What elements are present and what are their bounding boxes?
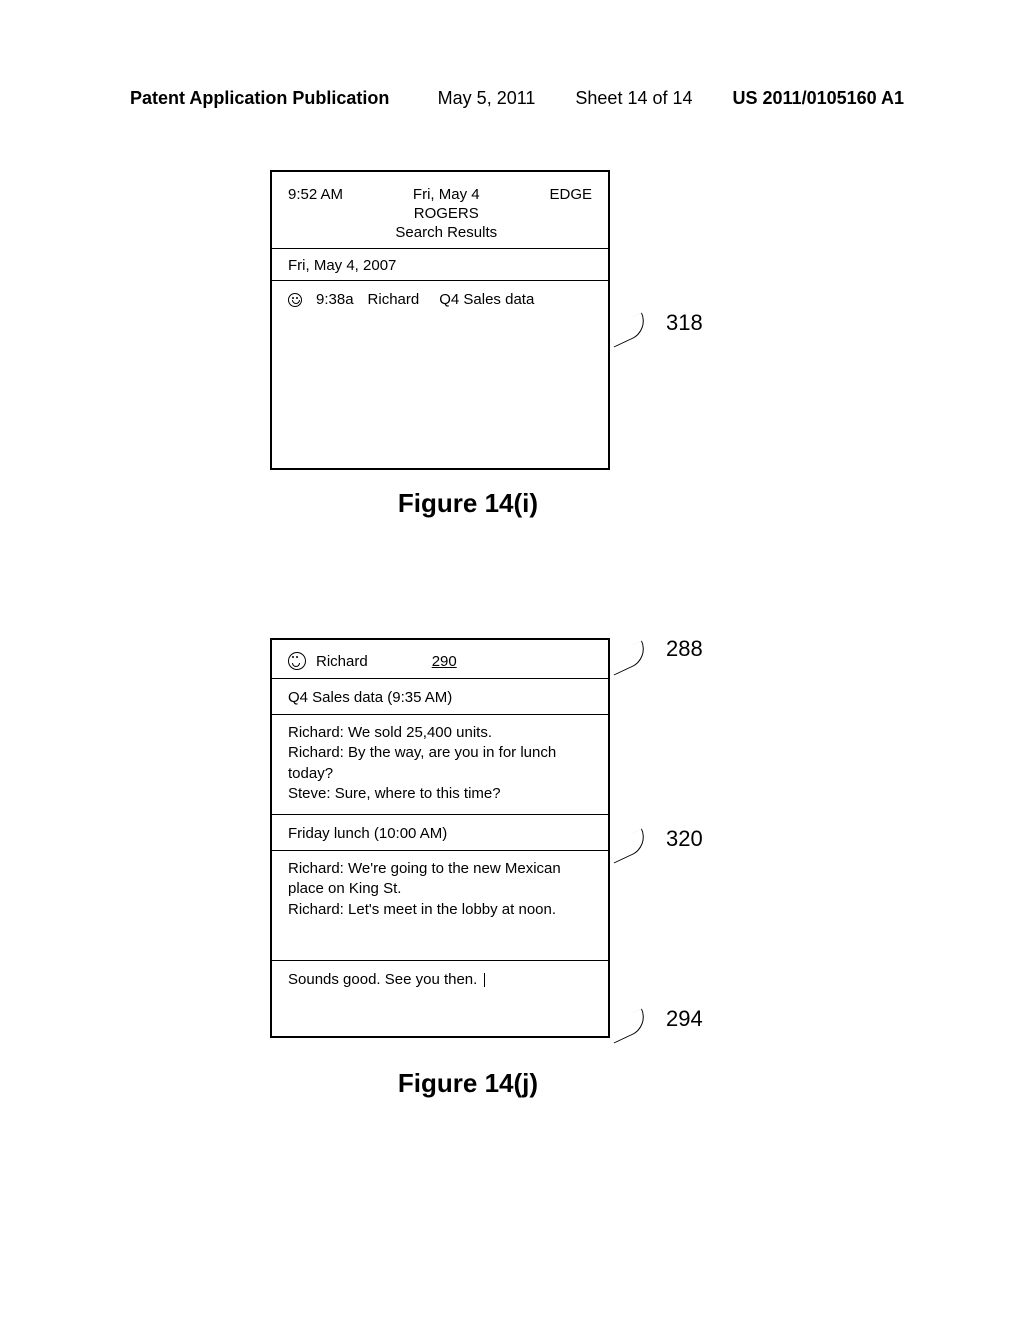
contact-icon xyxy=(288,293,302,307)
callout-288: 288 xyxy=(666,636,703,662)
result-subject: Q4 Sales data xyxy=(439,291,534,308)
callout-288-curve xyxy=(606,640,651,675)
sheet-number: Sheet 14 of 14 xyxy=(575,88,692,109)
figure-14i-caption: Figure 14(i) xyxy=(298,488,638,519)
result-sender: Richard xyxy=(368,291,420,308)
publication-number: US 2011/0105160 A1 xyxy=(733,88,904,109)
input-text: Sounds good. See you then. xyxy=(288,971,477,988)
contact-header: Richard 290 xyxy=(272,640,608,679)
thread2-messages: Richard: We're going to the new Mexican … xyxy=(272,851,608,960)
search-result-row[interactable]: 9:38a Richard Q4 Sales data xyxy=(272,281,608,318)
thread1-title-text: Q4 Sales data (9:35 AM) xyxy=(288,689,452,706)
status-bar: 9:52 AM Fri, May 4 ROGERS Search Results… xyxy=(272,172,608,249)
thread1-line2: Richard: By the way, are you in for lunc… xyxy=(288,743,592,784)
callout-294: 294 xyxy=(666,1006,703,1032)
figure-14i-container: 9:52 AM Fri, May 4 ROGERS Search Results… xyxy=(270,170,638,519)
callout-294-curve xyxy=(606,1008,651,1043)
thread2-title: Friday lunch (10:00 AM) xyxy=(272,815,608,851)
device-screen-j: Richard 290 Q4 Sales data (9:35 AM) Rich… xyxy=(270,638,610,1038)
status-center: Fri, May 4 ROGERS Search Results xyxy=(395,186,497,242)
header-right-group: May 5, 2011 Sheet 14 of 14 US 2011/01051… xyxy=(438,88,904,109)
publication-date: May 5, 2011 xyxy=(438,88,536,109)
status-time: 9:52 AM xyxy=(288,186,343,203)
screen-title: Search Results xyxy=(395,224,497,241)
date-header: Fri, May 4, 2007 xyxy=(288,257,396,274)
status-date: Fri, May 4 xyxy=(413,186,480,203)
device-screen-i: 9:52 AM Fri, May 4 ROGERS Search Results… xyxy=(270,170,610,470)
callout-320-curve xyxy=(606,828,651,863)
thread1-line1: Richard: We sold 25,400 units. xyxy=(288,723,592,743)
callout-320: 320 xyxy=(666,826,703,852)
contact-icon xyxy=(288,652,306,670)
thread1-messages: Richard: We sold 25,400 units. Richard: … xyxy=(272,715,608,815)
thread2-line2: Richard: Let's meet in the lobby at noon… xyxy=(288,900,592,920)
date-header-row: Fri, May 4, 2007 xyxy=(272,249,608,281)
callout-318: 318 xyxy=(666,310,703,336)
figure-14j-caption: Figure 14(j) xyxy=(298,1068,638,1099)
contact-ref-290: 290 xyxy=(432,653,457,670)
text-cursor-icon xyxy=(484,973,485,987)
callout-318-curve xyxy=(606,312,651,347)
contact-name: Richard xyxy=(316,653,368,670)
status-carrier: ROGERS xyxy=(414,205,479,222)
page-header: Patent Application Publication May 5, 20… xyxy=(0,88,1024,109)
thread2-title-text: Friday lunch (10:00 AM) xyxy=(288,825,447,842)
result-time: 9:38a xyxy=(316,291,354,308)
figure-14j-container: Richard 290 Q4 Sales data (9:35 AM) Rich… xyxy=(270,638,638,1099)
thread1-line3: Steve: Sure, where to this time? xyxy=(288,784,592,804)
thread2-line1: Richard: We're going to the new Mexican … xyxy=(288,859,592,900)
thread1-title: Q4 Sales data (9:35 AM) xyxy=(272,679,608,715)
status-network: EDGE xyxy=(549,186,592,203)
publication-label: Patent Application Publication xyxy=(130,88,389,109)
message-input[interactable]: Sounds good. See you then. xyxy=(272,960,608,998)
